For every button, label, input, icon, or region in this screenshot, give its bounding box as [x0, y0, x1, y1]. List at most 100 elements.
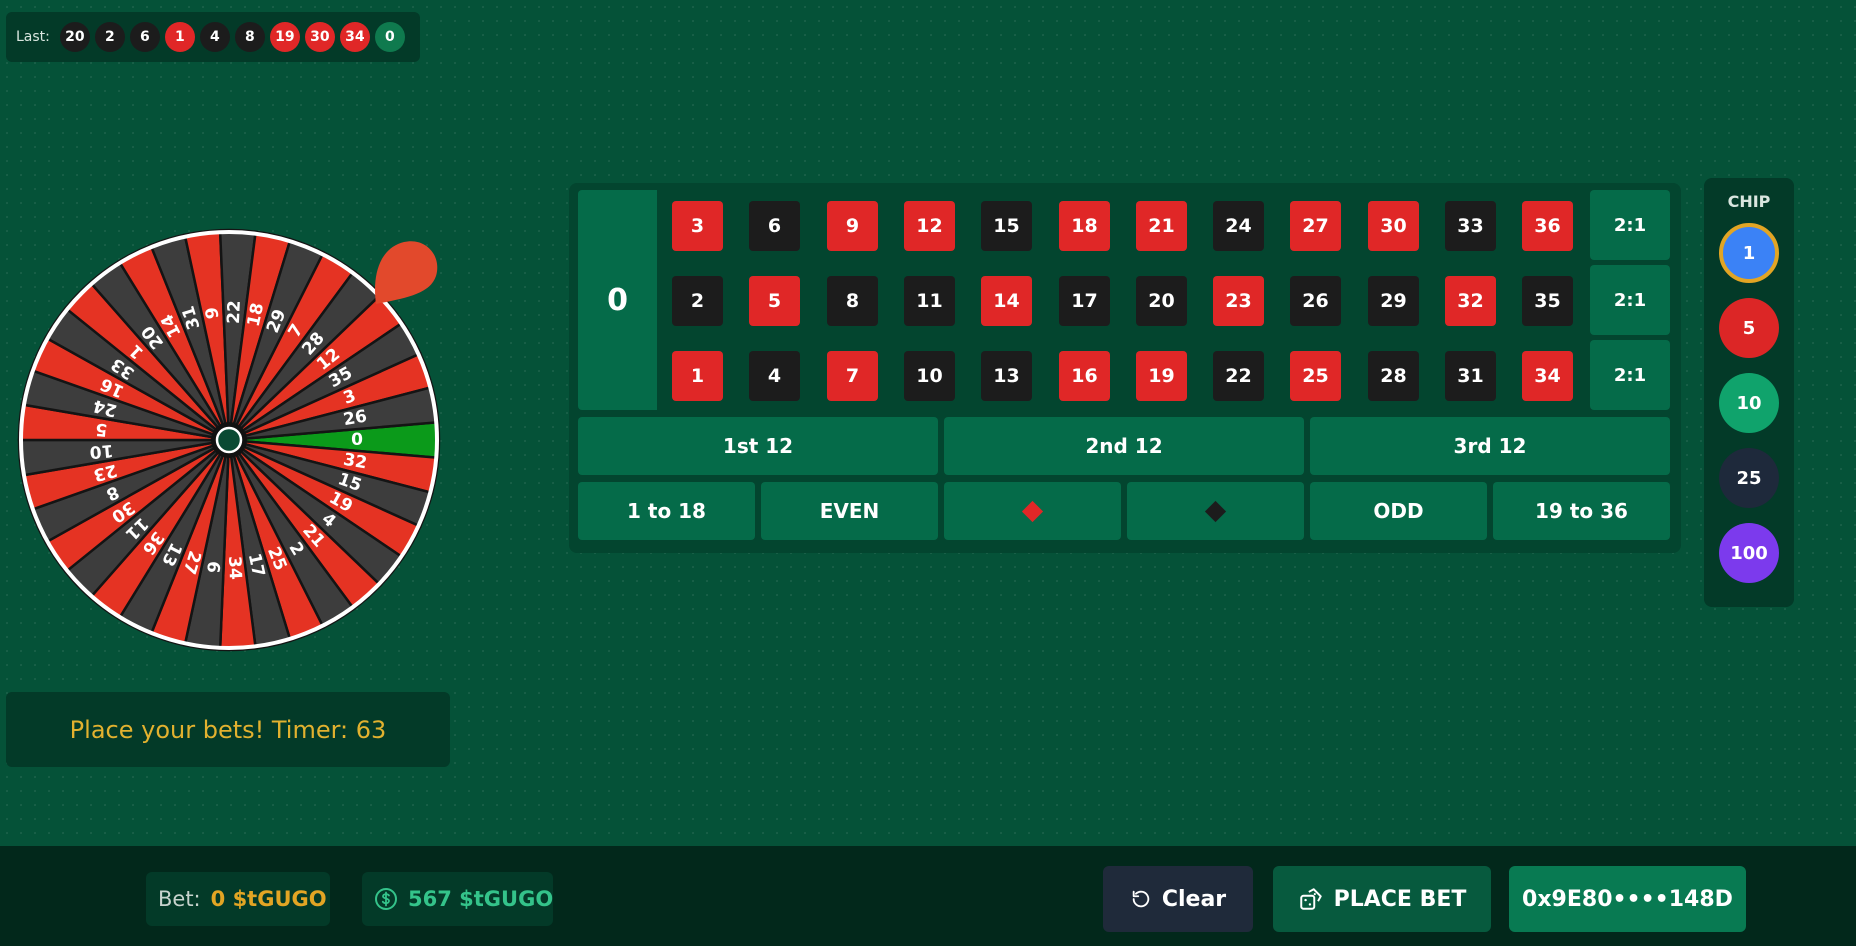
bet-number-26[interactable]: 26: [1290, 276, 1341, 326]
bet-number-21[interactable]: 21: [1136, 201, 1187, 251]
bet-number-35[interactable]: 35: [1522, 276, 1573, 326]
wheel-number-label: 6: [202, 560, 223, 574]
bet-red[interactable]: [944, 482, 1121, 540]
last-result-chip: 1: [164, 22, 195, 52]
bet-number-36[interactable]: 36: [1522, 201, 1573, 251]
bet-amount: 0 $tGUGO: [210, 887, 327, 911]
wallet-address-button[interactable]: 0x9E80••••148D: [1509, 866, 1746, 932]
bet-number-3[interactable]: 3: [672, 201, 723, 251]
bet-number-15[interactable]: 15: [981, 201, 1032, 251]
bet-number-10[interactable]: 10: [904, 351, 955, 401]
red-diamond-icon: [1021, 500, 1044, 522]
bet-zero-label: 0: [607, 282, 628, 318]
number-grid: 3 6 9 12 15 18 21 24 27 30 33 36 2 5 8 11 14 17 20 23 26 29 32…: [657, 190, 1590, 410]
chip-25[interactable]: 25: [1719, 448, 1779, 508]
bet-dozen-2nd[interactable]: 2nd 12: [944, 417, 1304, 475]
bet-number-30[interactable]: 30: [1368, 201, 1419, 251]
last-result-chip: 30: [304, 22, 335, 52]
bet-number-9[interactable]: 9: [827, 201, 878, 251]
bet-number-34[interactable]: 34: [1522, 351, 1573, 401]
last-results-label: Last:: [16, 29, 50, 45]
wheel-number-label: 10: [89, 440, 114, 462]
bet-even-label: EVEN: [819, 499, 880, 523]
wheel-hub-center: [215, 426, 243, 454]
bet-label: Bet:: [158, 887, 201, 911]
reset-icon: [1132, 890, 1150, 908]
bet-dozen-3rd-label: 3rd 12: [1453, 434, 1527, 458]
last-result-chip: 19: [269, 22, 300, 52]
black-diamond-icon: [1204, 500, 1227, 522]
bet-low-label: 1 to 18: [627, 499, 706, 523]
last-result-chip: 20: [59, 22, 90, 52]
bet-number-12[interactable]: 12: [904, 201, 955, 251]
last-result-chip: 2: [94, 22, 125, 52]
bet-number-20[interactable]: 20: [1136, 276, 1187, 326]
clear-button[interactable]: Clear: [1103, 866, 1253, 932]
bet-number-24[interactable]: 24: [1213, 201, 1264, 251]
balance-display: 567 $tGUGO: [362, 872, 553, 926]
dice-icon: [1299, 888, 1322, 910]
bet-number-25[interactable]: 25: [1290, 351, 1341, 401]
wheel-pointer-icon: [375, 241, 438, 304]
bet-zero[interactable]: 0: [578, 190, 657, 410]
bet-number-23[interactable]: 23: [1213, 276, 1264, 326]
bet-number-31[interactable]: 31: [1445, 351, 1496, 401]
bet-number-28[interactable]: 28: [1368, 351, 1419, 401]
bet-column-middle[interactable]: 2:1: [1590, 265, 1670, 335]
bet-number-11[interactable]: 11: [904, 276, 955, 326]
bet-odd[interactable]: ODD: [1310, 482, 1487, 540]
last-results-list: 20 2 6 1 4 8 19 30 34 0: [59, 22, 410, 52]
clear-button-label: Clear: [1161, 886, 1227, 912]
last-result-chip: 6: [129, 22, 160, 52]
bet-number-17[interactable]: 17: [1059, 276, 1110, 326]
bet-number-8[interactable]: 8: [827, 276, 878, 326]
place-bet-button[interactable]: PLACE BET: [1273, 866, 1491, 932]
bet-column-bottom-label: 2:1: [1613, 364, 1647, 386]
bet-number-14[interactable]: 14: [981, 276, 1032, 326]
wallet-address: 0x9E80••••148D: [1522, 886, 1733, 912]
chip-100[interactable]: 100: [1719, 523, 1779, 583]
bet-number-32[interactable]: 32: [1445, 276, 1496, 326]
wheel-number-label: 22: [224, 300, 245, 324]
bet-number-19[interactable]: 19: [1136, 351, 1187, 401]
bet-number-16[interactable]: 16: [1059, 351, 1110, 401]
bet-high[interactable]: 19 to 36: [1493, 482, 1670, 540]
current-bet-display: Bet: 0 $tGUGO: [146, 872, 330, 926]
last-result-chip: 4: [199, 22, 230, 52]
bet-dozen-3rd[interactable]: 3rd 12: [1310, 417, 1670, 475]
bet-number-7[interactable]: 7: [827, 351, 878, 401]
last-result-chip: 34: [339, 22, 370, 52]
bet-even[interactable]: EVEN: [761, 482, 938, 540]
chip-1[interactable]: 1: [1719, 223, 1779, 283]
bet-dozen-2nd-label: 2nd 12: [1085, 434, 1163, 458]
wheel-number-label: 0: [351, 430, 363, 450]
bet-black[interactable]: [1127, 482, 1304, 540]
bet-number-13[interactable]: 13: [981, 351, 1032, 401]
wheel-number-label: 5: [95, 419, 108, 440]
wheel-number-label: 9: [202, 306, 223, 320]
last-results-bar: Last: 20 2 6 1 4 8 19 30 34 0: [6, 12, 420, 62]
bet-number-18[interactable]: 18: [1059, 201, 1110, 251]
bet-number-27[interactable]: 27: [1290, 201, 1341, 251]
bet-column-top-label: 2:1: [1613, 214, 1647, 236]
bet-dozen-1st-label: 1st 12: [722, 434, 794, 458]
bet-number-6[interactable]: 6: [749, 201, 800, 251]
wheel-number-label: 34: [224, 556, 245, 581]
bet-number-33[interactable]: 33: [1445, 201, 1496, 251]
chip-10[interactable]: 10: [1719, 373, 1779, 433]
bet-number-29[interactable]: 29: [1368, 276, 1419, 326]
bet-column-top[interactable]: 2:1: [1590, 190, 1670, 260]
bet-number-22[interactable]: 22: [1213, 351, 1264, 401]
bet-number-1[interactable]: 1: [672, 351, 723, 401]
balance-amount: 567 $tGUGO: [408, 887, 554, 911]
bet-number-4[interactable]: 4: [749, 351, 800, 401]
bet-column-middle-label: 2:1: [1613, 289, 1647, 311]
bet-number-2[interactable]: 2: [672, 276, 723, 326]
bet-dozen-1st[interactable]: 1st 12: [578, 417, 938, 475]
bet-low[interactable]: 1 to 18: [578, 482, 755, 540]
last-result-chip: 8: [234, 22, 265, 52]
status-message-panel: Place your bets! Timer: 63: [6, 692, 450, 767]
bet-column-bottom[interactable]: 2:1: [1590, 340, 1670, 410]
bet-number-5[interactable]: 5: [749, 276, 800, 326]
chip-5[interactable]: 5: [1719, 298, 1779, 358]
